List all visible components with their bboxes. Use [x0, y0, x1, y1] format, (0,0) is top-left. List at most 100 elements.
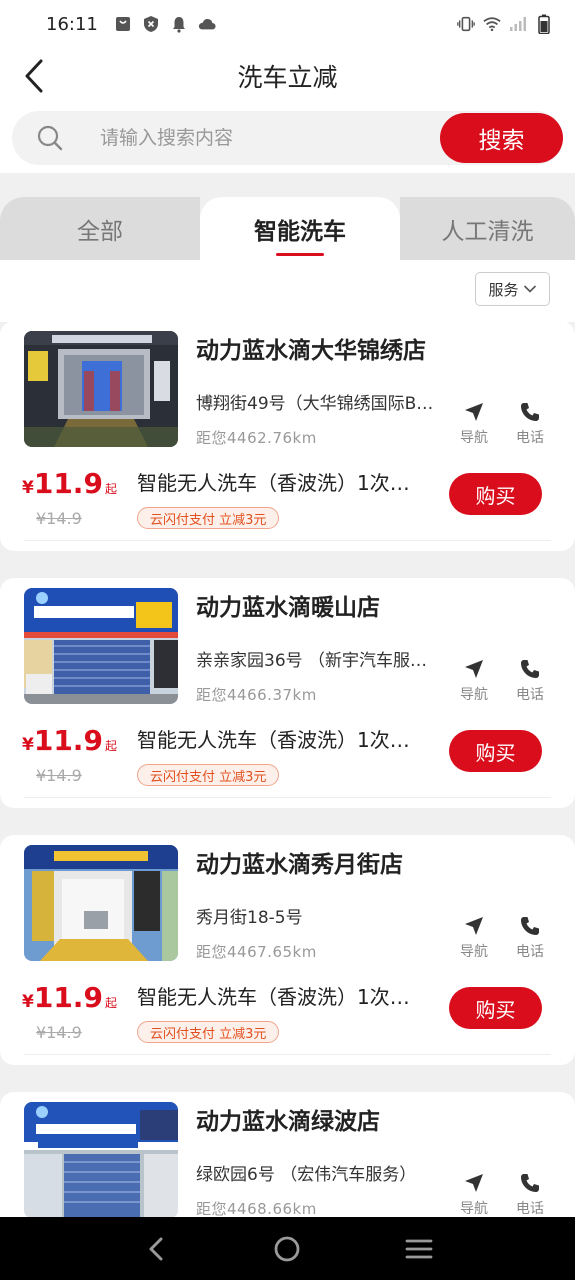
- store-photo: [24, 331, 178, 447]
- call-label: 电话: [516, 687, 544, 703]
- price-currency: ¥: [22, 735, 34, 755]
- search-bar: 搜索: [12, 111, 563, 165]
- navigate-label: 导航: [460, 944, 488, 960]
- call-label: 电话: [516, 430, 544, 446]
- store-distance: 距您4468.66km: [196, 1200, 317, 1218]
- battery-icon: [535, 14, 553, 34]
- tab-smart-wash[interactable]: 智能洗车: [200, 197, 400, 260]
- store-card[interactable]: 动力蓝水滴暖山店 亲亲家园36号 （新宇汽车服… 距您4466.37km 导航 …: [0, 578, 575, 808]
- call-button[interactable]: 电话: [508, 658, 552, 704]
- price-value: 11.9: [33, 724, 103, 757]
- store-distance: 距您4466.37km: [196, 686, 317, 704]
- service-name: 智能无人洗车（香波洗）1次…: [137, 985, 410, 1009]
- navigate-button[interactable]: 导航: [452, 401, 496, 447]
- store-address: 绿欧园6号 （宏伟汽车服务）: [196, 1165, 417, 1185]
- filter-row: 服务: [0, 260, 575, 322]
- original-price: ¥14.9: [36, 1023, 82, 1042]
- wifi-icon: [483, 15, 501, 33]
- call-label: 电话: [516, 1201, 544, 1217]
- bag-notification-icon: [114, 15, 132, 33]
- navigation-arrow-icon: [463, 401, 485, 423]
- category-tabs: 全部 智能洗车 人工清洗: [0, 197, 575, 260]
- call-button[interactable]: 电话: [508, 401, 552, 447]
- price: ¥ 11.9 起: [22, 981, 117, 1014]
- original-price: ¥14.9: [36, 766, 82, 785]
- buy-button[interactable]: 购买: [449, 987, 542, 1029]
- store-card[interactable]: 动力蓝水滴秀月街店 秀月街18-5号 距您4467.65km 导航 电话 ¥ 1…: [0, 835, 575, 1065]
- divider: [24, 540, 551, 541]
- store-name: 动力蓝水滴秀月街店: [196, 852, 403, 878]
- store-address: 博翔街49号（大华锦绣国际B…: [196, 394, 434, 414]
- store-photo: [24, 845, 178, 961]
- cloud-icon: [198, 15, 216, 33]
- buy-button[interactable]: 购买: [449, 730, 542, 772]
- store-distance: 距您4467.65km: [196, 943, 317, 961]
- store-photo: [24, 1102, 178, 1218]
- navigation-arrow-icon: [463, 915, 485, 937]
- store-photo: [24, 588, 178, 704]
- active-tab-indicator: [276, 253, 324, 256]
- buy-button[interactable]: 购买: [449, 473, 542, 515]
- divider: [24, 1054, 551, 1055]
- system-menu-icon[interactable]: [394, 1224, 444, 1274]
- promo-badge: 云闪付支付 立减3元: [137, 1021, 280, 1043]
- store-card[interactable]: 动力蓝水滴大华锦绣店 博翔街49号（大华锦绣国际B… 距您4462.76km 导…: [0, 321, 575, 551]
- search-button[interactable]: 搜索: [440, 113, 563, 163]
- call-button[interactable]: 电话: [508, 1172, 552, 1218]
- promo-badge: 云闪付支付 立减3元: [137, 764, 280, 786]
- page-title: 洗车立减: [237, 63, 338, 92]
- price-currency: ¥: [22, 992, 34, 1012]
- price: ¥ 11.9 起: [22, 724, 117, 757]
- navigate-button[interactable]: 导航: [452, 915, 496, 961]
- system-home-icon[interactable]: [262, 1224, 312, 1274]
- page-header: 洗车立减: [0, 48, 575, 104]
- system-nav-bar: [0, 1217, 575, 1280]
- phone-icon: [519, 658, 541, 680]
- navigate-button[interactable]: 导航: [452, 1172, 496, 1218]
- price-suffix: 起: [104, 482, 117, 496]
- system-back-icon[interactable]: [131, 1224, 181, 1274]
- vibrate-icon: [457, 15, 475, 33]
- store-name: 动力蓝水滴暖山店: [196, 595, 380, 621]
- price-suffix: 起: [104, 996, 117, 1010]
- status-bar: 16:11: [0, 0, 575, 48]
- signal-icon: [509, 15, 527, 33]
- price-currency: ¥: [22, 478, 34, 498]
- service-name: 智能无人洗车（香波洗）1次…: [137, 728, 410, 752]
- status-time: 16:11: [46, 13, 98, 35]
- navigate-label: 导航: [460, 687, 488, 703]
- store-address: 秀月街18-5号: [196, 908, 303, 928]
- navigation-arrow-icon: [463, 1172, 485, 1194]
- phone-icon: [519, 401, 541, 423]
- tab-manual-wash[interactable]: 人工清洗: [400, 197, 575, 260]
- service-name: 智能无人洗车（香波洗）1次…: [137, 471, 410, 495]
- phone-icon: [519, 1172, 541, 1194]
- shield-x-icon: [142, 15, 160, 33]
- navigation-arrow-icon: [463, 658, 485, 680]
- price-value: 11.9: [33, 981, 103, 1014]
- navigate-label: 导航: [460, 430, 488, 446]
- bell-icon: [170, 15, 188, 33]
- store-address: 亲亲家园36号 （新宇汽车服…: [196, 651, 428, 671]
- search-icon: [36, 124, 64, 152]
- store-distance: 距您4462.76km: [196, 429, 317, 447]
- tab-all[interactable]: 全部: [0, 197, 200, 260]
- store-name: 动力蓝水滴绿波店: [196, 1109, 380, 1135]
- filter-label: 服务: [488, 280, 519, 299]
- back-arrow-icon[interactable]: [14, 56, 54, 96]
- price-value: 11.9: [33, 467, 103, 500]
- search-section: 搜索: [0, 104, 575, 173]
- call-button[interactable]: 电话: [508, 915, 552, 961]
- call-label: 电话: [516, 944, 544, 960]
- phone-icon: [519, 915, 541, 937]
- chevron-down-icon: [523, 280, 537, 298]
- price-suffix: 起: [104, 739, 117, 753]
- divider: [24, 797, 551, 798]
- price: ¥ 11.9 起: [22, 467, 117, 500]
- navigate-label: 导航: [460, 1201, 488, 1217]
- service-filter-dropdown[interactable]: 服务: [475, 272, 550, 306]
- navigate-button[interactable]: 导航: [452, 658, 496, 704]
- store-name: 动力蓝水滴大华锦绣店: [196, 338, 426, 364]
- promo-badge: 云闪付支付 立减3元: [137, 507, 280, 529]
- original-price: ¥14.9: [36, 509, 82, 528]
